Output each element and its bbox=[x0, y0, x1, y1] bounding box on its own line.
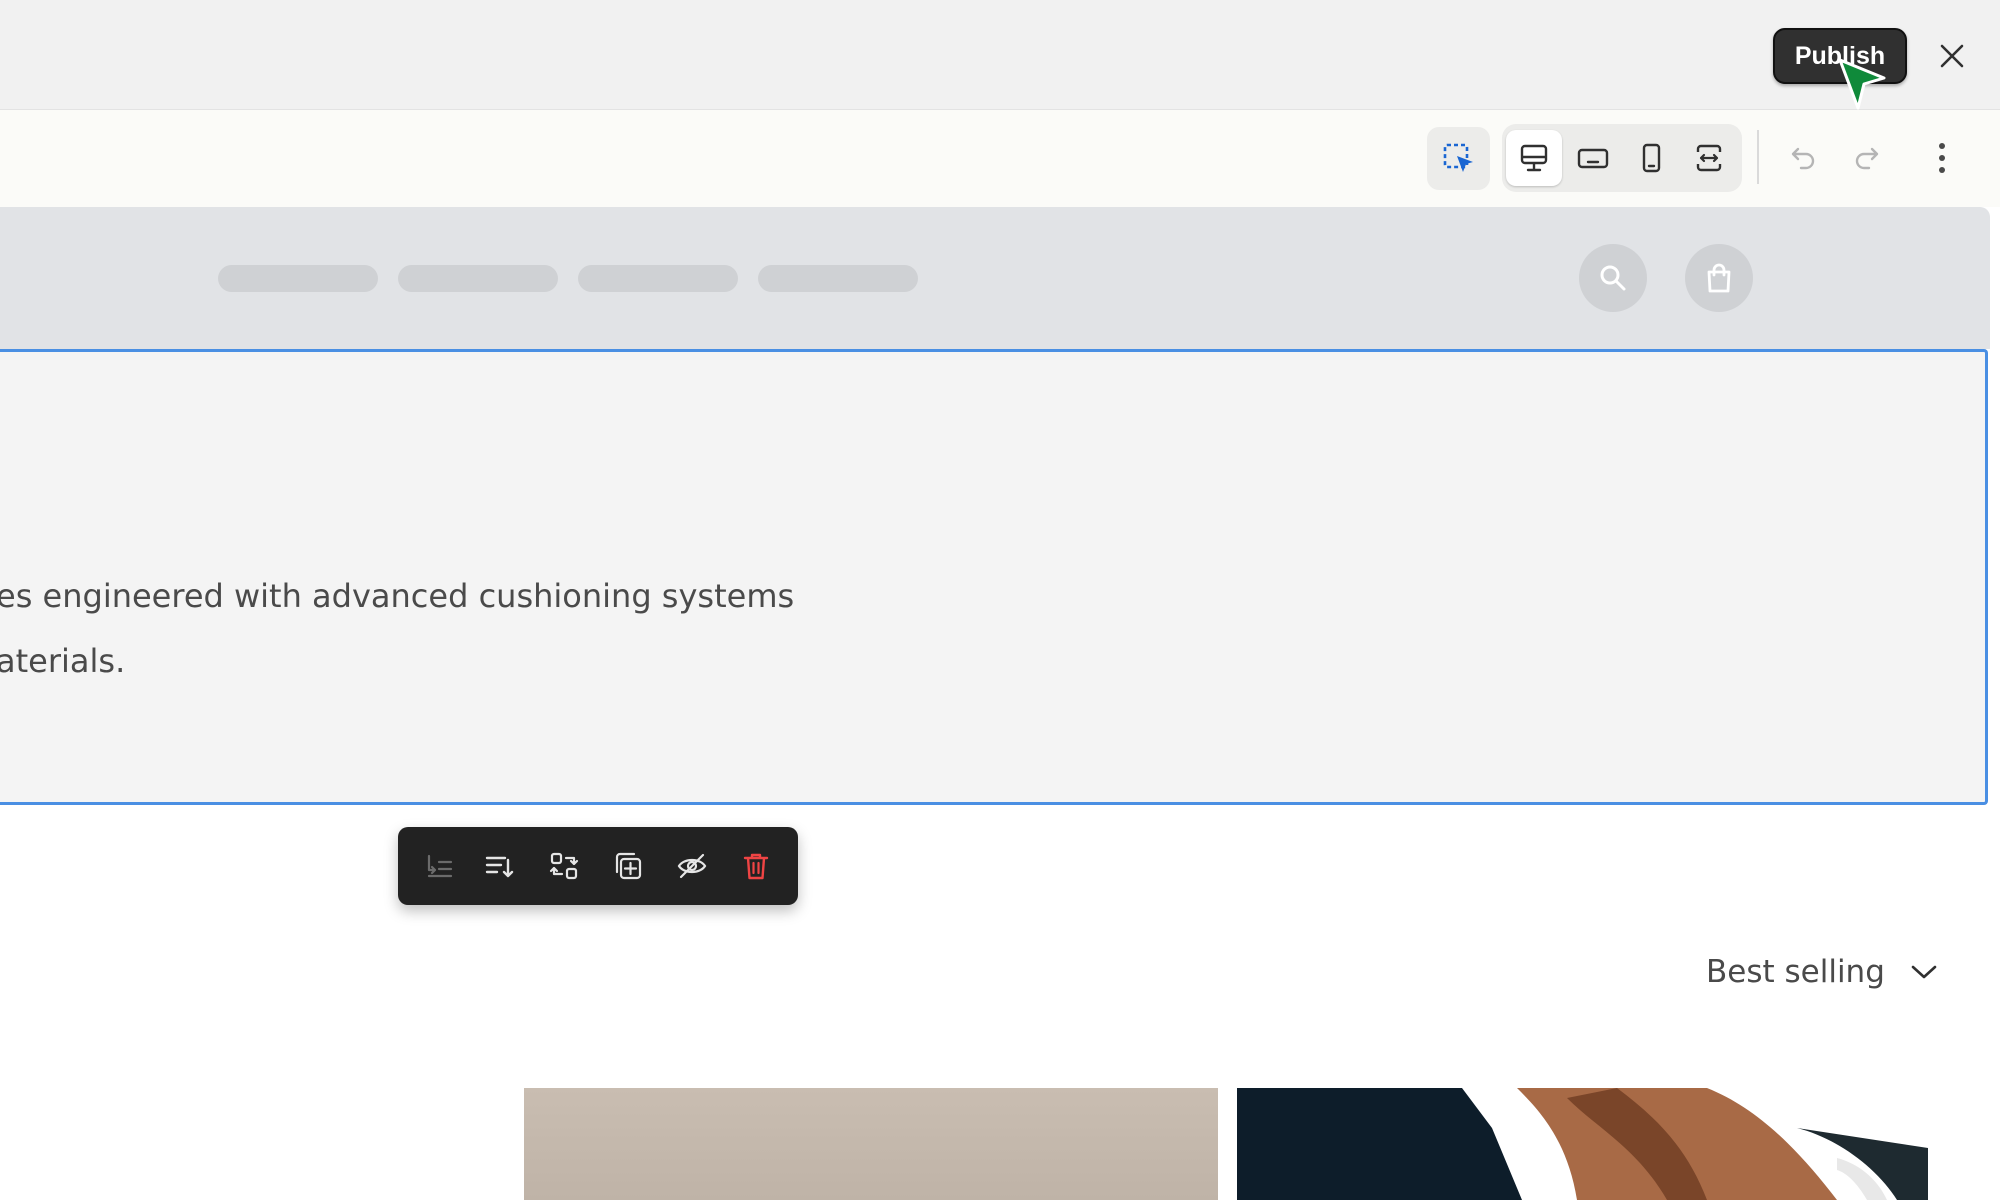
view-tablet-landscape-button[interactable] bbox=[1565, 130, 1621, 186]
toolbar-divider bbox=[1757, 130, 1759, 184]
delete-icon bbox=[743, 853, 769, 880]
swap-icon bbox=[549, 852, 579, 880]
more-options-button[interactable] bbox=[1916, 132, 1968, 184]
product-image-art bbox=[1237, 1088, 1928, 1200]
sort-dropdown[interactable]: Best selling bbox=[1706, 950, 1937, 994]
hide-icon bbox=[677, 853, 707, 879]
product-card-image[interactable] bbox=[524, 1088, 1218, 1200]
cart-placeholder-button bbox=[1685, 244, 1753, 312]
hero-description-line: aterials. bbox=[0, 642, 126, 680]
move-down-button[interactable] bbox=[474, 841, 524, 891]
nav-placeholder bbox=[398, 265, 558, 292]
nav-placeholder bbox=[218, 265, 378, 292]
hide-button[interactable] bbox=[667, 841, 717, 891]
hero-description-line: es engineered with advanced cushioning s… bbox=[0, 577, 795, 615]
full-width-icon bbox=[1696, 144, 1722, 172]
undo-icon bbox=[1791, 147, 1815, 170]
more-vertical-icon bbox=[1939, 143, 1945, 173]
product-card-image[interactable] bbox=[1237, 1088, 1928, 1200]
section-action-toolbar bbox=[398, 827, 798, 905]
view-mobile-button[interactable] bbox=[1623, 130, 1679, 186]
chevron-down-icon bbox=[1911, 965, 1937, 979]
swap-button[interactable] bbox=[539, 841, 589, 891]
delete-button[interactable] bbox=[731, 841, 781, 891]
undo-button[interactable] bbox=[1777, 132, 1829, 184]
top-bar bbox=[0, 0, 2000, 110]
view-full-width-button[interactable] bbox=[1681, 130, 1737, 186]
close-icon bbox=[1940, 44, 1964, 68]
nav-placeholder bbox=[578, 265, 738, 292]
close-button[interactable] bbox=[1930, 34, 1974, 78]
select-element-button[interactable] bbox=[1427, 127, 1490, 190]
search-placeholder-button bbox=[1579, 244, 1647, 312]
duplicate-icon bbox=[615, 852, 642, 880]
outdent-button[interactable] bbox=[414, 841, 464, 891]
redo-button[interactable] bbox=[1841, 132, 1893, 184]
mobile-icon bbox=[1642, 143, 1661, 173]
outdent-icon bbox=[427, 854, 453, 878]
shopping-bag-icon bbox=[1707, 263, 1731, 293]
search-icon bbox=[1600, 265, 1626, 291]
selected-hero-section[interactable]: es engineered with advanced cushioning s… bbox=[0, 349, 1988, 805]
nav-placeholder bbox=[758, 265, 918, 292]
tablet-landscape-icon bbox=[1577, 148, 1609, 169]
redo-icon bbox=[1855, 147, 1879, 170]
duplicate-button[interactable] bbox=[603, 841, 653, 891]
move-down-icon bbox=[485, 856, 514, 878]
publish-button[interactable]: Publish bbox=[1773, 28, 1907, 84]
select-element-icon bbox=[1443, 143, 1473, 172]
view-desktop-button[interactable] bbox=[1506, 130, 1562, 186]
desktop-icon bbox=[1520, 144, 1548, 172]
sort-selected-value: Best selling bbox=[1706, 954, 1885, 990]
